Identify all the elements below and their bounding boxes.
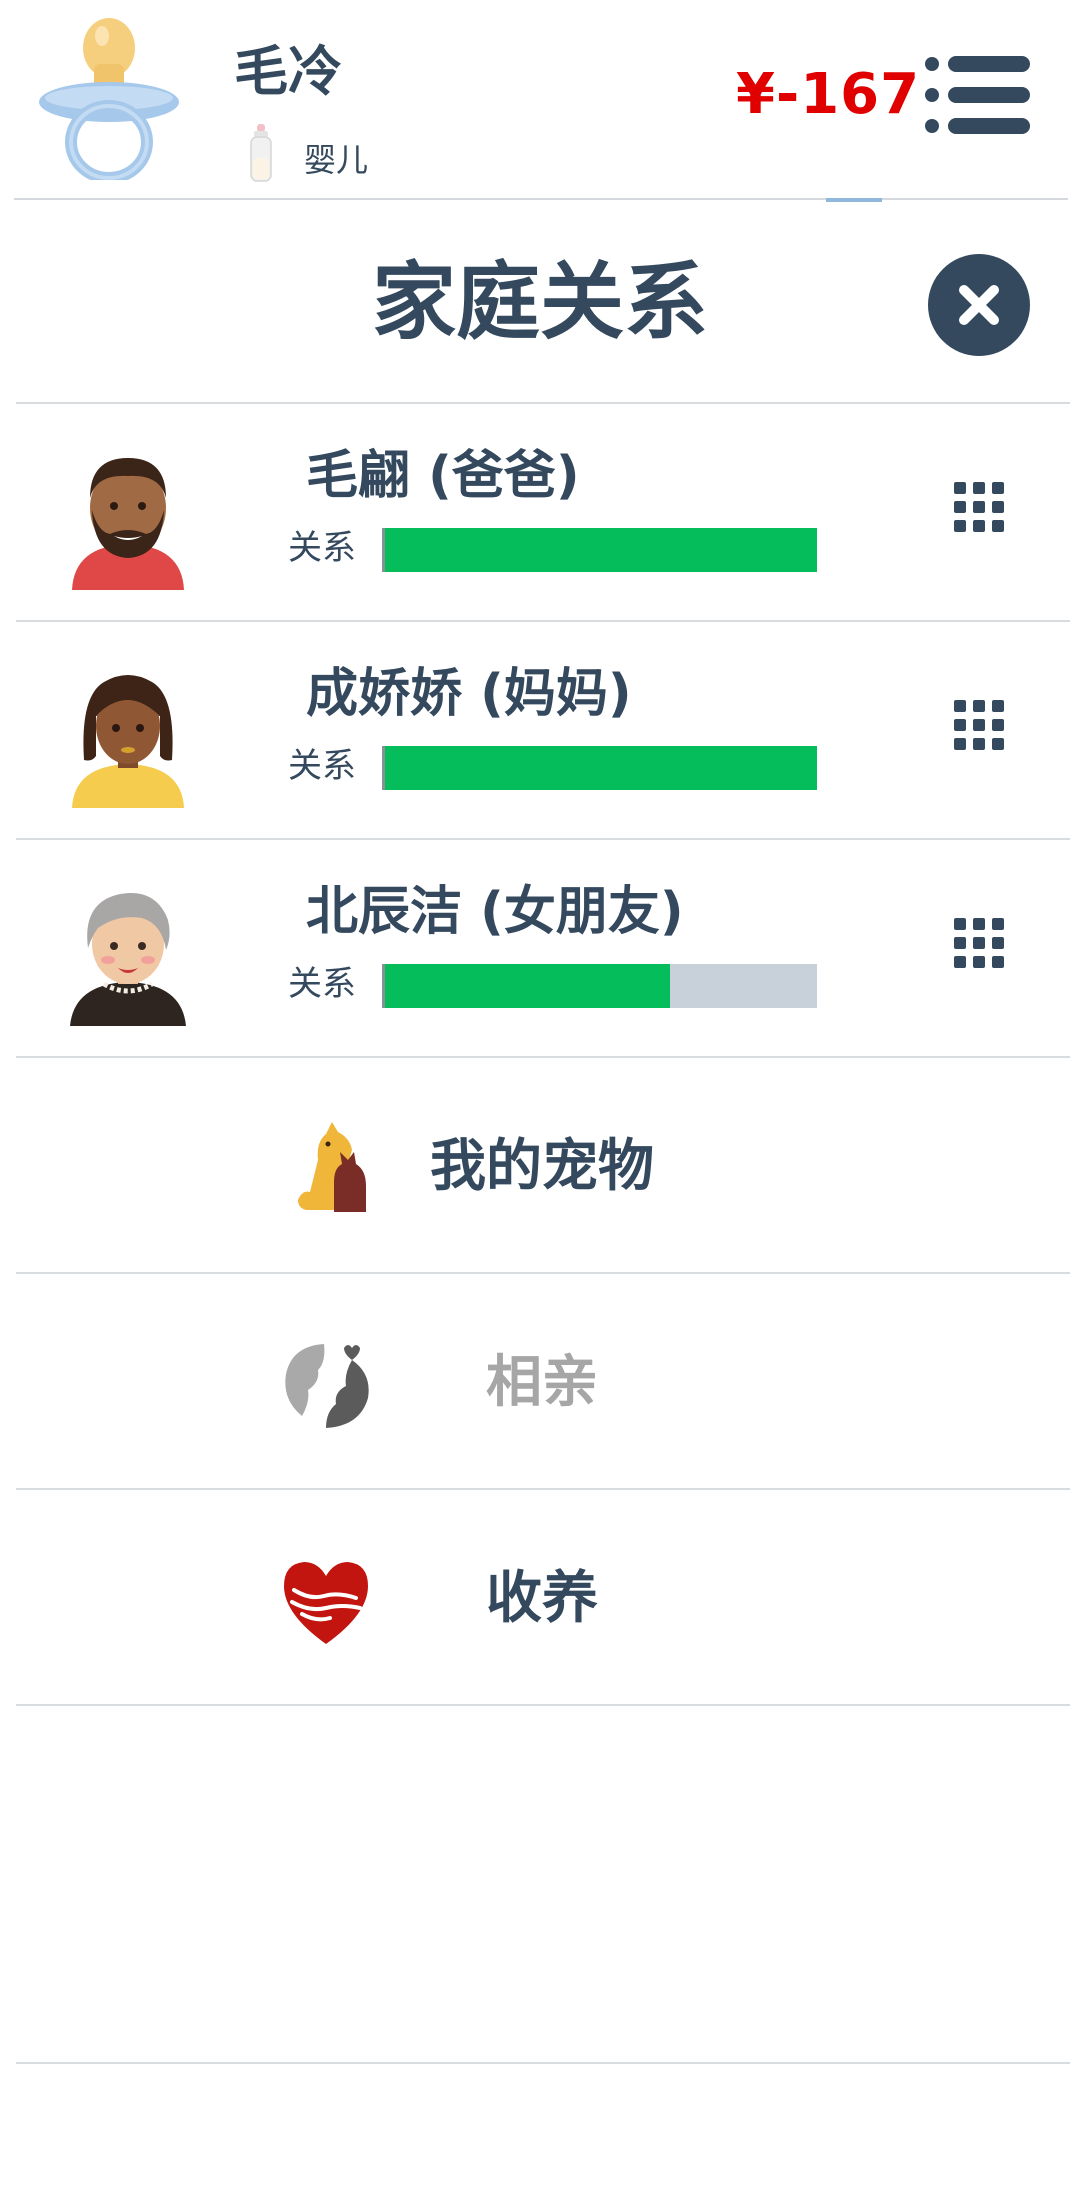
relative-name: 北辰洁 (女朋友)	[306, 882, 684, 942]
close-button[interactable]	[928, 254, 1030, 356]
relationship-bar-label: 关系	[288, 964, 356, 1004]
matchmaking-button[interactable]: 相亲	[16, 1274, 1070, 1490]
matchmaking-label: 相亲	[486, 1350, 598, 1415]
relationship-bar-fill	[385, 528, 817, 572]
footer-divider	[16, 2062, 1070, 2064]
adoption-button[interactable]: 收养	[16, 1490, 1070, 1706]
relationship-bar-fill	[385, 746, 817, 790]
elderly-woman-avatar-icon[interactable]	[64, 874, 192, 1026]
character-name: 毛冷	[234, 40, 342, 103]
relationship-bar-label: 关系	[288, 746, 356, 786]
life-stage-label: 婴儿	[304, 141, 369, 179]
relationship-row: 北辰洁 (女朋友) 关系	[16, 840, 1070, 1056]
woman-avatar-icon[interactable]	[64, 656, 192, 808]
divider	[16, 1704, 1070, 1706]
relationship-bar-label: 关系	[288, 528, 356, 568]
relative-name: 成娇娇 (妈妈)	[306, 664, 632, 724]
panel-title: 家庭关系	[371, 253, 708, 351]
pets-label: 我的宠物	[430, 1134, 654, 1199]
header: 毛冷 婴儿 ¥-167	[0, 0, 1080, 198]
relationship-bar	[382, 746, 817, 790]
relationship-bar	[382, 964, 817, 1008]
close-icon	[959, 285, 999, 325]
tab-indicator	[826, 198, 882, 202]
bearded-man-avatar-icon[interactable]	[64, 438, 192, 590]
relationship-row: 毛翩 (爸爸) 关系	[16, 404, 1070, 620]
pets-button[interactable]: 我的宠物	[16, 1058, 1070, 1274]
relationship-bar-fill	[385, 964, 671, 1008]
grid-menu-icon[interactable]	[952, 480, 1006, 534]
relationship-row: 成娇娇 (妈妈) 关系	[16, 622, 1070, 838]
pacifier-icon	[39, 18, 179, 180]
grid-menu-icon[interactable]	[952, 698, 1006, 752]
relationship-bar	[382, 528, 817, 572]
relative-name: 毛翩 (爸爸)	[306, 446, 580, 506]
matchmaking-icon	[285, 1344, 369, 1428]
baby-bottle-icon	[250, 124, 272, 182]
money-balance: ¥-167	[736, 62, 921, 127]
header-divider	[14, 198, 1068, 200]
pets-icon	[298, 1122, 366, 1212]
adoption-heart-icon	[284, 1562, 368, 1644]
grid-menu-icon[interactable]	[952, 916, 1006, 970]
adoption-label: 收养	[486, 1566, 598, 1631]
list-menu-icon[interactable]	[924, 54, 1030, 136]
